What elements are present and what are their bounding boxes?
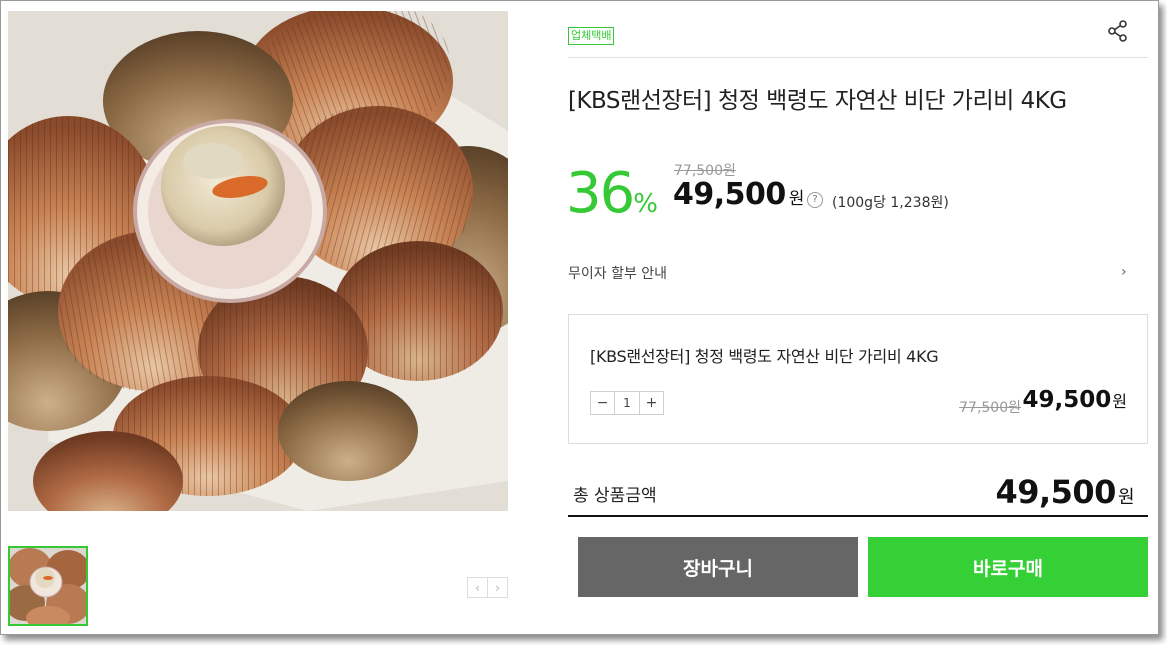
quantity-input[interactable]: 1 bbox=[614, 392, 640, 414]
option-price: 49,500원 bbox=[1023, 387, 1128, 413]
option-name: [KBS랜선장터] 청정 백령도 자연산 비단 가리비 4KG bbox=[590, 347, 939, 366]
share-icon[interactable] bbox=[1107, 20, 1129, 42]
unit-price: (100g당 1,238원) bbox=[832, 195, 949, 211]
quantity-decrease-button[interactable]: − bbox=[591, 392, 614, 414]
delivery-badge: 업체택배 bbox=[568, 27, 615, 45]
option-price-currency: 원 bbox=[1112, 392, 1127, 411]
help-icon[interactable]: ? bbox=[807, 192, 823, 208]
chevron-right-icon[interactable]: › bbox=[1121, 264, 1127, 280]
buy-now-button[interactable]: 바로구매 bbox=[868, 537, 1148, 597]
total-price-value: 49,500 bbox=[995, 473, 1116, 511]
sale-price: 49,500 원 bbox=[673, 177, 804, 212]
total-divider bbox=[568, 515, 1148, 517]
discount-value: 36 bbox=[566, 161, 635, 226]
total-price-currency: 원 bbox=[1117, 487, 1135, 508]
selected-option-box: [KBS랜선장터] 청정 백령도 자연산 비단 가리비 4KG − 1 + 77… bbox=[568, 314, 1148, 444]
total-price: 49,500 원 bbox=[995, 473, 1134, 511]
add-to-cart-button[interactable]: 장바구니 bbox=[578, 537, 858, 597]
discount-unit: % bbox=[633, 189, 658, 219]
quantity-stepper: − 1 + bbox=[590, 391, 664, 415]
total-label: 총 상품금액 bbox=[573, 486, 657, 506]
chevron-right-icon[interactable]: › bbox=[487, 577, 508, 598]
discount-rate: 36% bbox=[566, 159, 658, 239]
product-title: [KBS랜선장터] 청정 백령도 자연산 비단 가리비 4KG bbox=[568, 88, 1067, 114]
thumbnail-nav: ‹ › bbox=[467, 577, 508, 598]
installment-info-link[interactable]: 무이자 할부 안내 bbox=[568, 263, 667, 283]
option-original-price: 77,500원 bbox=[959, 400, 1021, 416]
divider bbox=[568, 57, 1148, 58]
sale-price-value: 49,500 bbox=[673, 177, 786, 212]
chevron-left-icon[interactable]: ‹ bbox=[467, 577, 488, 598]
sale-price-currency: 원 bbox=[788, 189, 805, 209]
quantity-increase-button[interactable]: + bbox=[640, 392, 663, 414]
product-detail-panel: ‹ › 업체택배 [KBS랜선장터] 청정 백령도 자연산 비단 가리비 4KG… bbox=[0, 0, 1159, 635]
product-thumbnail[interactable] bbox=[8, 546, 88, 626]
product-main-image bbox=[8, 11, 508, 511]
option-price-value: 49,500 bbox=[1022, 387, 1112, 413]
